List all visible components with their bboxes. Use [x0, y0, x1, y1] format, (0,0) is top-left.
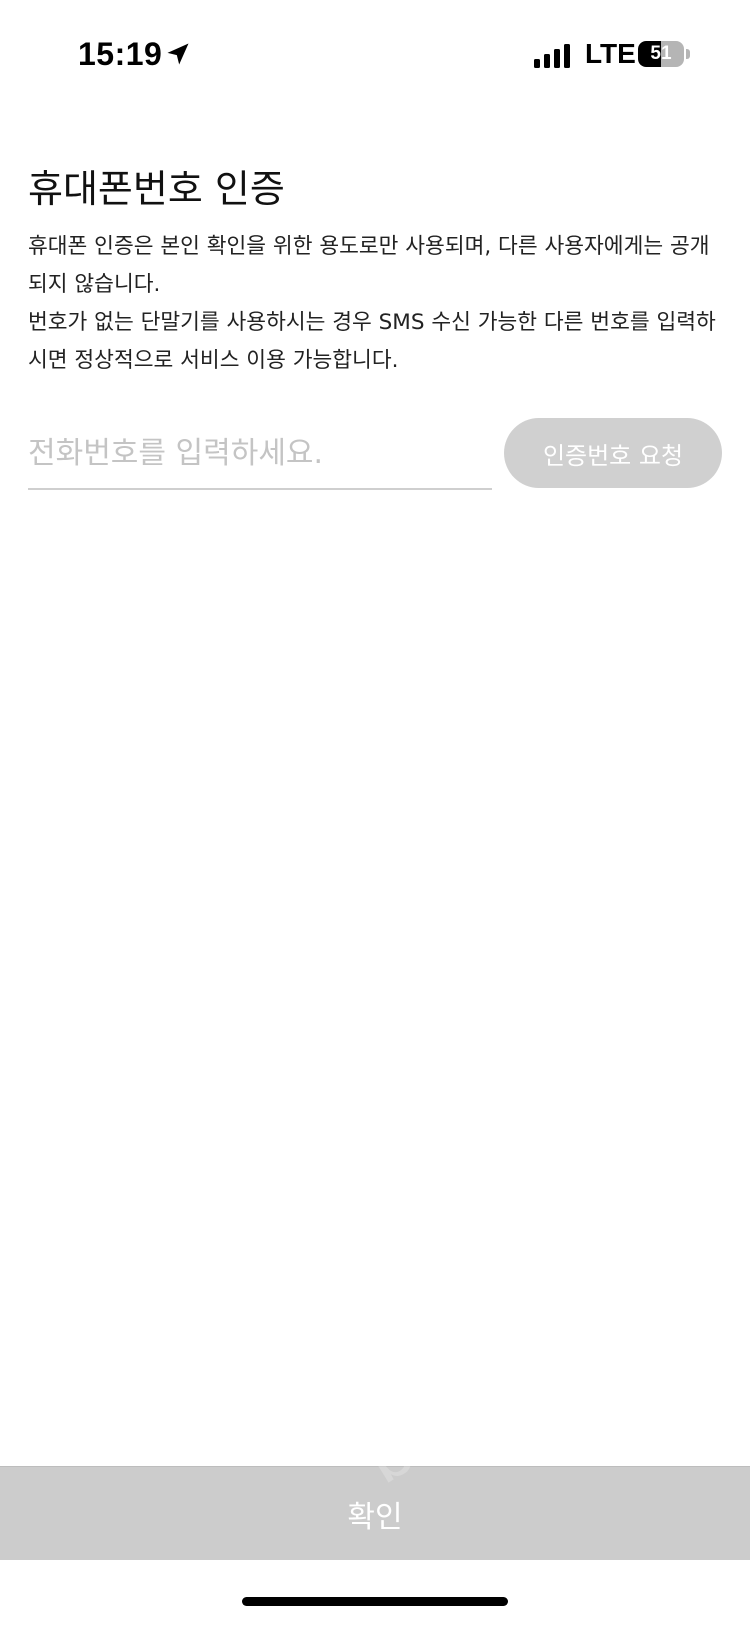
battery-level: 51 — [650, 43, 672, 64]
phone-number-input[interactable] — [28, 418, 492, 490]
description-line-1: 휴대폰 인증은 본인 확인을 위한 용도로만 사용되며, 다른 사용자에게는 공… — [28, 234, 710, 297]
page-title: 휴대폰번호 인증 — [28, 167, 285, 211]
home-indicator — [242, 1597, 508, 1606]
description-line-2: 번호가 없는 단말기를 사용하시는 경우 SMS 수신 가능한 다른 번호를 입… — [28, 310, 716, 373]
battery-icon: 51 — [638, 41, 684, 67]
request-code-button[interactable]: 인증번호 요청 — [504, 418, 722, 488]
description: 휴대폰 인증은 본인 확인을 위한 용도로만 사용되며, 다른 사용자에게는 공… — [28, 228, 728, 380]
cellular-signal-icon — [534, 44, 570, 68]
confirm-button[interactable]: 확인 — [0, 1466, 750, 1560]
phone-verification-row: 인증번호 요청 — [28, 418, 722, 490]
location-arrow-icon — [167, 43, 189, 65]
status-bar: 15:19 LTE 51 — [0, 0, 750, 110]
battery-cap — [686, 49, 690, 59]
status-time: 15:19 — [78, 36, 163, 72]
network-type-label: LTE — [585, 38, 636, 69]
